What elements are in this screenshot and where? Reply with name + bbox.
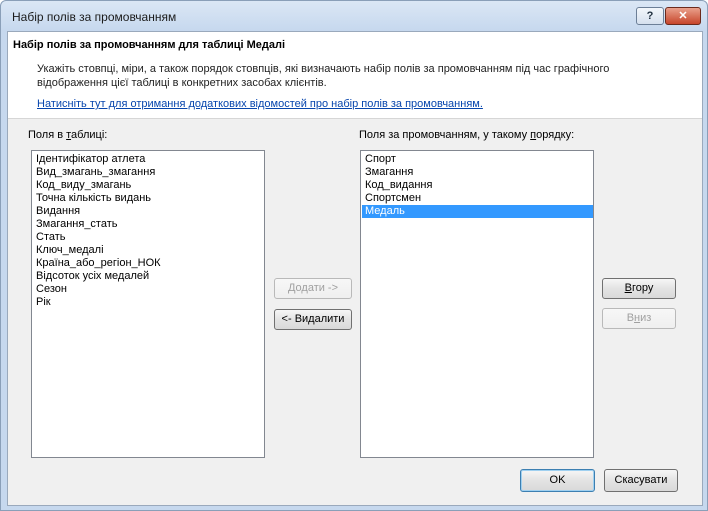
remove-button[interactable]: <- Видалити [274, 309, 352, 330]
default-fields-listbox[interactable]: Спорт Змагання Код_видання Спортсмен Медаль [360, 150, 594, 458]
cancel-button[interactable]: Скасувати [604, 469, 678, 492]
list-item[interactable]: Відсоток усіх медалей [33, 270, 264, 283]
help-button[interactable]: ? [636, 7, 664, 25]
header-panel: Набір полів за промовчанням для таблиці … [8, 32, 702, 119]
list-item[interactable]: Точна кількість видань [33, 192, 264, 205]
list-item[interactable]: Країна_або_регіон_НОК [33, 257, 264, 270]
list-item[interactable]: Сезон [33, 283, 264, 296]
default-fields-label: Поля за промовчанням, у такому порядку: [359, 129, 575, 141]
dialog-body: Набір полів за промовчанням для таблиці … [7, 31, 703, 506]
list-item[interactable]: Стать [33, 231, 264, 244]
list-item[interactable]: Код_видання [362, 179, 593, 192]
dialog-window: Набір полів за промовчанням ? ✕ Набір по… [0, 0, 708, 511]
list-item[interactable]: Спорт [362, 153, 593, 166]
help-link[interactable]: Натисніть тут для отримання додаткових в… [37, 98, 483, 110]
list-item[interactable]: Код_виду_змагань [33, 179, 264, 192]
add-button[interactable]: Додати -> [274, 278, 352, 299]
table-fields-listbox[interactable]: Ідентифікатор атлета Вид_змагань_змагання… [31, 150, 265, 458]
list-item[interactable]: Ключ_медалі [33, 244, 264, 257]
help-icon: ? [646, 10, 654, 22]
close-button[interactable]: ✕ [665, 7, 701, 25]
table-fields-label: Поля в таблиці: [28, 129, 108, 141]
close-icon: ✕ [678, 10, 688, 22]
header-description: Укажіть стовпці, міри, а також порядок с… [37, 63, 610, 89]
list-item[interactable]: Змагання_стать [33, 218, 264, 231]
list-item[interactable]: Медаль [362, 205, 593, 218]
list-item[interactable]: Спортсмен [362, 192, 593, 205]
list-item[interactable]: Вид_змагань_змагання [33, 166, 264, 179]
list-item[interactable]: Ідентифікатор атлета [33, 153, 264, 166]
title-bar[interactable]: Набір полів за промовчанням ? ✕ [1, 1, 707, 31]
list-item[interactable]: Змагання [362, 166, 593, 179]
move-down-button[interactable]: Вниз [602, 308, 676, 329]
header-title: Набір полів за промовчанням для таблиці … [13, 39, 286, 51]
list-item[interactable]: Рік [33, 296, 264, 309]
window-title: Набір полів за промовчанням [12, 10, 177, 24]
list-item[interactable]: Видання [33, 205, 264, 218]
ok-button[interactable]: OK [520, 469, 595, 492]
move-up-button[interactable]: Вгору [602, 278, 676, 299]
